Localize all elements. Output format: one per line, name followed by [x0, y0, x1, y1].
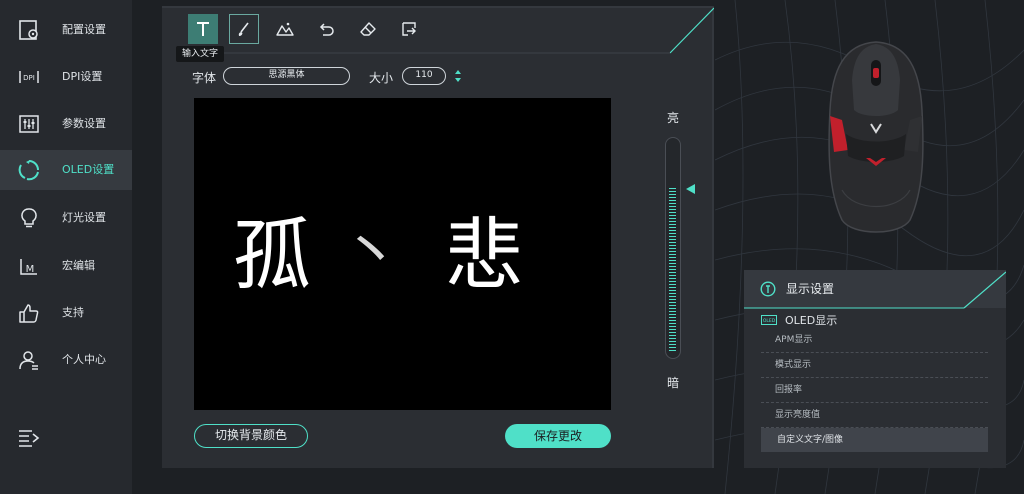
text-tool-button[interactable]	[188, 14, 218, 44]
option-apm-display[interactable]: APM显示	[761, 329, 988, 353]
undo-icon	[319, 23, 334, 36]
sidebar-item-lighting[interactable]: 灯光设置	[0, 198, 132, 238]
brush-tool-button[interactable]	[229, 14, 259, 44]
mouse-product-image	[828, 41, 924, 233]
sidebar-item-support[interactable]: 支持	[0, 293, 132, 333]
option-brightness-value[interactable]: 显示亮度值	[761, 404, 988, 428]
export-icon	[402, 22, 416, 36]
oled-refresh-icon	[18, 160, 39, 181]
info-circle-icon	[760, 281, 776, 297]
thumbs-up-icon	[19, 304, 39, 323]
display-settings-title: 显示设置	[786, 282, 835, 296]
text-tool-icon	[197, 22, 209, 36]
image-tool-button[interactable]	[270, 14, 300, 44]
display-settings-header: 显示设置	[744, 270, 1006, 308]
user-center-icon	[19, 351, 38, 370]
option-polling-rate[interactable]: 回报率	[761, 379, 988, 403]
oled-canvas[interactable]: 孤 丶 悲	[194, 98, 611, 410]
svg-text:M: M	[26, 264, 35, 275]
undo-button[interactable]	[312, 14, 342, 44]
svg-text:OLED: OLED	[763, 318, 776, 324]
macro-icon: M	[20, 259, 37, 275]
sidebar-item-macro[interactable]: M 宏编辑	[0, 246, 132, 286]
dpi-icon: DPI	[19, 71, 39, 83]
brightness-slider-thumb[interactable]	[686, 184, 695, 194]
toggle-background-color-button[interactable]: 切换背景颜色	[194, 424, 308, 448]
sidebar-item-label: 宏编辑	[62, 259, 95, 272]
sidebar-item-label: 支持	[62, 306, 84, 319]
sidebar-item-label: DPI设置	[62, 70, 103, 83]
export-button[interactable]	[394, 14, 424, 44]
parameter-sliders-icon	[19, 115, 39, 133]
brightness-low-label: 暗	[667, 376, 680, 390]
eraser-icon	[360, 22, 376, 36]
brightness-high-label: 亮	[667, 111, 680, 125]
lightbulb-icon	[21, 208, 37, 228]
display-settings-panel: 显示设置 OLED OLED显示 APM显示 模式显示 回报率 显示亮度值 自定…	[744, 270, 1006, 468]
canvas-char-3: 悲	[445, 211, 523, 301]
brush-tool-icon	[238, 22, 249, 36]
sidebar-item-label: 参数设置	[62, 117, 106, 130]
sidebar-item-oled[interactable]: OLED设置	[0, 150, 132, 190]
size-label: 大小	[369, 71, 394, 85]
brightness-slider-fill	[669, 188, 676, 352]
image-tool-icon	[276, 22, 294, 36]
menu-expand-icon[interactable]	[18, 428, 40, 448]
oled-badge-icon: OLED	[761, 315, 777, 325]
save-changes-button[interactable]: 保存更改	[505, 424, 611, 448]
sidebar-item-dpi[interactable]: DPI DPI设置	[0, 57, 132, 97]
sidebar-item-label: 配置设置	[62, 23, 106, 36]
brightness-slider[interactable]	[665, 137, 681, 359]
sidebar-item-user-center[interactable]: 个人中心	[0, 340, 132, 380]
sidebar-item-label: 灯光设置	[62, 211, 106, 224]
sidebar-item-label: 个人中心	[62, 353, 106, 366]
svg-text:DPI: DPI	[23, 74, 35, 82]
oled-editor-panel: 输入文字 字体 思源黑体 大小 110 孤 丶 悲 亮 暗 切换背景颜色 保存更…	[162, 6, 714, 468]
canvas-char-1: 孤	[233, 211, 311, 301]
canvas-char-2: 丶	[341, 218, 401, 288]
oled-display-section-label: OLED显示	[785, 314, 838, 327]
size-input[interactable]: 110	[402, 67, 446, 85]
size-stepper-icon[interactable]	[454, 69, 462, 83]
eraser-button[interactable]	[353, 14, 383, 44]
sidebar: 配置设置 DPI DPI设置 参数设置 OLED设置 灯光设置 M 宏编辑 支持…	[0, 0, 132, 494]
canvas-pixel-text: 孤 丶 悲	[233, 211, 523, 301]
option-mode-display[interactable]: 模式显示	[761, 354, 988, 378]
sidebar-item-label: OLED设置	[62, 163, 115, 176]
config-settings-icon	[19, 20, 38, 40]
font-select[interactable]: 思源黑体	[223, 67, 350, 85]
sidebar-item-config[interactable]: 配置设置	[0, 10, 132, 50]
option-custom-text-image[interactable]: 自定义文字/图像	[761, 428, 988, 452]
font-label: 字体	[192, 71, 217, 85]
tooltip: 输入文字	[176, 46, 225, 62]
sidebar-item-parameters[interactable]: 参数设置	[0, 104, 132, 144]
